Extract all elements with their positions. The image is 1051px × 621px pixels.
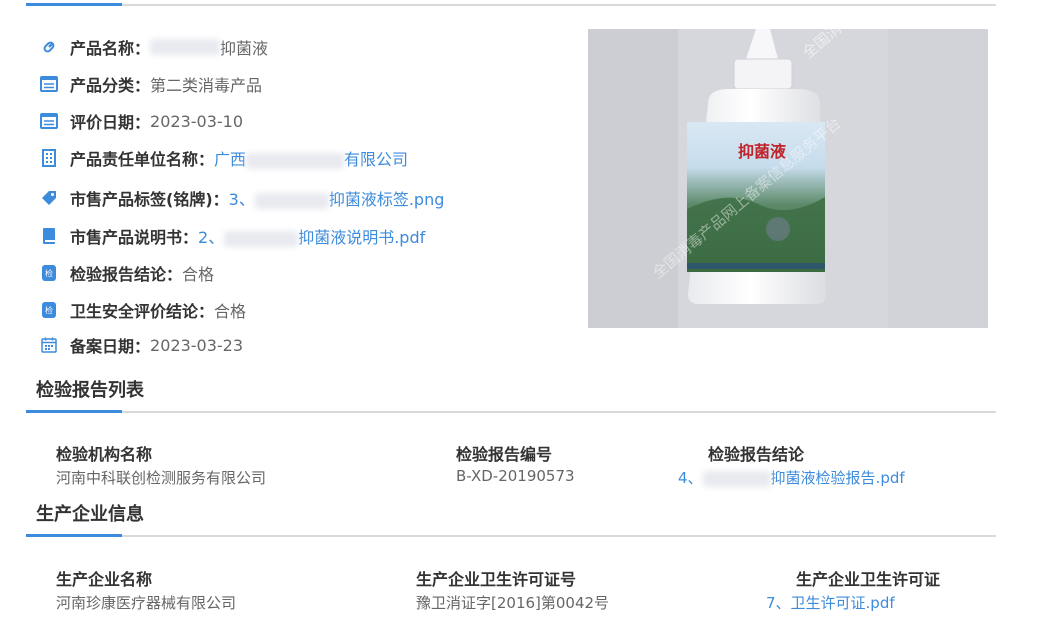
- list-card-icon: [40, 112, 58, 130]
- license-number-value: 豫卫消证字[2016]第0042号: [416, 594, 610, 612]
- redacted-text: [150, 39, 221, 55]
- safety-conclusion-label: 卫生安全评价结论: [70, 302, 199, 321]
- filing-date-row: 备案日期： 2023-03-23: [40, 333, 243, 357]
- label-tag-row: 市售产品标签(铭牌)： 3、 抑菌液标签.png: [40, 186, 444, 210]
- report-number-value: B-XD-20190573: [456, 467, 575, 485]
- tag-icon: [40, 189, 58, 207]
- redacted-text: [702, 470, 771, 487]
- label-tag-file-link[interactable]: 3、 抑菌液标签.png: [229, 186, 445, 210]
- manual-file-link[interactable]: 2、 抑菌液说明书.pdf: [198, 224, 425, 248]
- eval-date-value: 2023-03-10: [150, 111, 244, 131]
- col-license-file: 生产企业卫生许可证: [796, 570, 941, 589]
- svg-text:检: 检: [45, 268, 53, 278]
- safety-conclusion-value: 合格: [214, 302, 247, 321]
- inspection-conclusion-row: 检 检验报告结论： 合格: [40, 261, 214, 285]
- pill-icon: [40, 38, 58, 56]
- book-icon: [40, 227, 58, 245]
- top-divider: [26, 3, 996, 6]
- safety-conclusion-row: 检 卫生安全评价结论： 合格: [40, 298, 246, 322]
- product-category-label: 产品分类: [70, 76, 135, 95]
- inspection-section-title: 检验报告列表: [36, 380, 144, 401]
- col-license-number: 生产企业卫生许可证号: [416, 570, 577, 589]
- col-agency-name: 检验机构名称: [56, 445, 153, 464]
- product-category-value: 第二类消毒产品: [150, 76, 263, 95]
- col-report-number: 检验报告编号: [456, 445, 553, 464]
- responsible-unit-link[interactable]: 广西 有限公司: [214, 146, 408, 170]
- agency-name-value: 河南中科联创检测服务有限公司: [56, 469, 267, 487]
- inspection-conclusion-value: 合格: [182, 265, 215, 284]
- product-name-row: 产品名称： 抑菌液: [40, 35, 268, 59]
- manual-row: 市售产品说明书： 2、 抑菌液说明书.pdf: [40, 224, 425, 248]
- inspection-conclusion-label: 检验报告结论: [70, 265, 167, 284]
- inspection-badge-icon: 检: [40, 301, 58, 319]
- redacted-text: [224, 230, 299, 247]
- redacted-text: [246, 152, 345, 169]
- eval-date-label: 评价日期: [70, 113, 135, 132]
- col-manufacturer-name: 生产企业名称: [56, 570, 153, 589]
- product-name-value: 抑菌液: [220, 39, 269, 58]
- eval-date-row: 评价日期： 2023-03-10: [40, 109, 243, 133]
- list-card-icon: [40, 75, 58, 93]
- manufacturer-section-divider: [26, 534, 996, 537]
- col-report-conclusion: 检验报告结论: [708, 445, 805, 464]
- product-category-row: 产品分类： 第二类消毒产品: [40, 72, 262, 96]
- inspection-section-divider: [26, 410, 996, 413]
- inspection-report-file-link[interactable]: 4、 抑菌液检验报告.pdf: [678, 467, 905, 488]
- product-photo[interactable]: 抑菌液 全国消毒产品网上备案信息服务平台 全国消毒产品网上备案信息服务平台: [588, 29, 988, 328]
- manufacturer-section-title: 生产企业信息: [36, 504, 144, 525]
- calendar-icon: [40, 336, 58, 354]
- filing-date-value: 2023-03-23: [150, 335, 244, 355]
- top-divider-accent: [26, 3, 122, 6]
- responsible-unit-label: 产品责任单位名称: [70, 150, 199, 169]
- label-tag-label: 市售产品标签(铭牌): [70, 190, 213, 209]
- svg-text:检: 检: [45, 305, 53, 315]
- inspection-badge-icon: 检: [40, 264, 58, 282]
- manufacturer-name-value: 河南珍康医疗器械有限公司: [56, 594, 237, 612]
- building-icon: [40, 149, 58, 167]
- license-file-link[interactable]: 7、卫生许可证.pdf: [766, 592, 895, 613]
- product-name-label: 产品名称: [70, 39, 135, 58]
- redacted-text: [254, 192, 329, 209]
- manual-label: 市售产品说明书: [70, 228, 183, 247]
- responsible-unit-row: 产品责任单位名称： 广西 有限公司: [40, 146, 408, 170]
- filing-date-label: 备案日期: [70, 337, 135, 356]
